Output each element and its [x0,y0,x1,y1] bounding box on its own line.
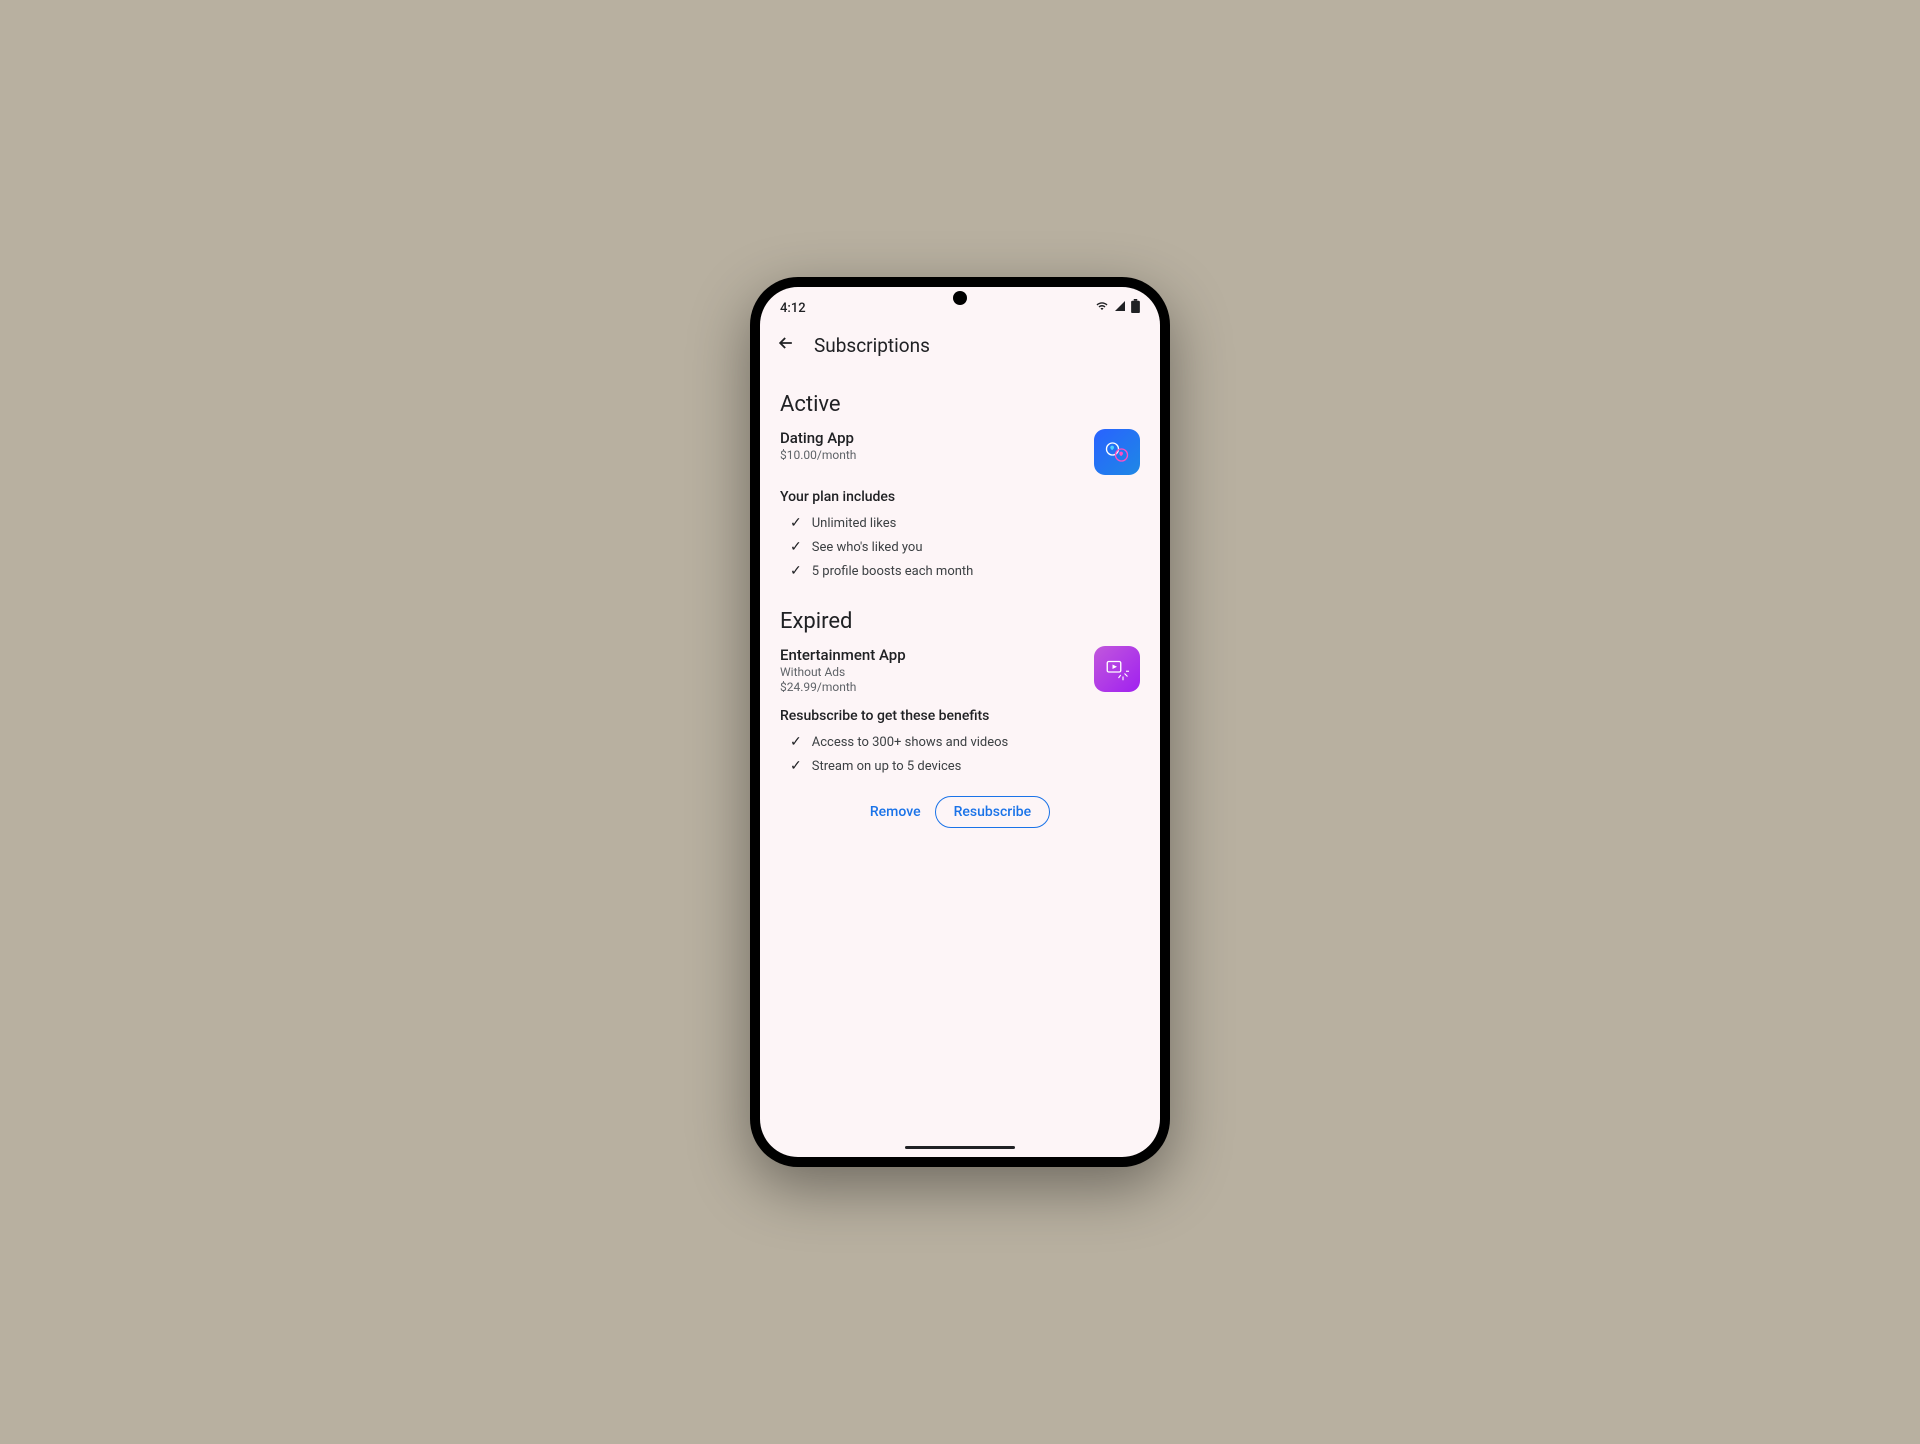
feature-text: Access to 300+ shows and videos [812,735,1009,750]
feature-text: 5 profile boosts each month [812,564,974,579]
feature-row: ✓ Stream on up to 5 devices [780,754,1140,778]
status-right [1095,299,1140,317]
feature-row: ✓ Access to 300+ shows and videos [780,730,1140,754]
subscription-card-active[interactable]: Dating App $10.00/month [780,429,1140,475]
app-bar: Subscriptions [760,323,1160,368]
dating-app-icon [1094,429,1140,475]
section-heading-expired: Expired [780,609,1140,634]
wifi-icon [1095,300,1109,316]
feature-text: Unlimited likes [812,516,897,531]
feature-text: Stream on up to 5 devices [812,759,962,774]
plan-title-expired: Resubscribe to get these benefits [780,708,1140,724]
resubscribe-button[interactable]: Resubscribe [935,796,1051,828]
remove-button[interactable]: Remove [870,804,921,820]
phone-frame: 4:12 Subscriptions Active [750,277,1170,1167]
subtitle-expired: Without Ads [780,665,1094,679]
feature-text: See who's liked you [812,540,923,555]
app-name-expired: Entertainment App [780,646,1094,664]
plan-title-active: Your plan includes [780,489,1140,505]
action-row: Remove Resubscribe [780,796,1140,828]
section-heading-active: Active [780,392,1140,417]
back-button[interactable] [776,333,796,358]
page-title: Subscriptions [814,334,930,357]
subscription-card-expired[interactable]: Entertainment App Without Ads $24.99/mon… [780,646,1140,694]
check-icon: ✓ [790,539,802,555]
battery-icon [1131,299,1140,317]
nav-indicator[interactable] [905,1146,1015,1149]
check-icon: ✓ [790,563,802,579]
entertainment-app-icon [1094,646,1140,692]
price-active: $10.00/month [780,448,1094,462]
app-name-active: Dating App [780,429,1094,447]
price-expired: $24.99/month [780,680,1094,694]
phone-screen: 4:12 Subscriptions Active [760,287,1160,1157]
status-time: 4:12 [780,301,806,316]
check-icon: ✓ [790,758,802,774]
camera-hole [953,291,967,305]
content-area[interactable]: Active Dating App $10.00/month Your plan… [760,368,1160,1146]
feature-row: ✓ Unlimited likes [780,511,1140,535]
feature-row: ✓ 5 profile boosts each month [780,559,1140,583]
check-icon: ✓ [790,515,802,531]
signal-icon [1113,300,1127,316]
feature-row: ✓ See who's liked you [780,535,1140,559]
check-icon: ✓ [790,734,802,750]
